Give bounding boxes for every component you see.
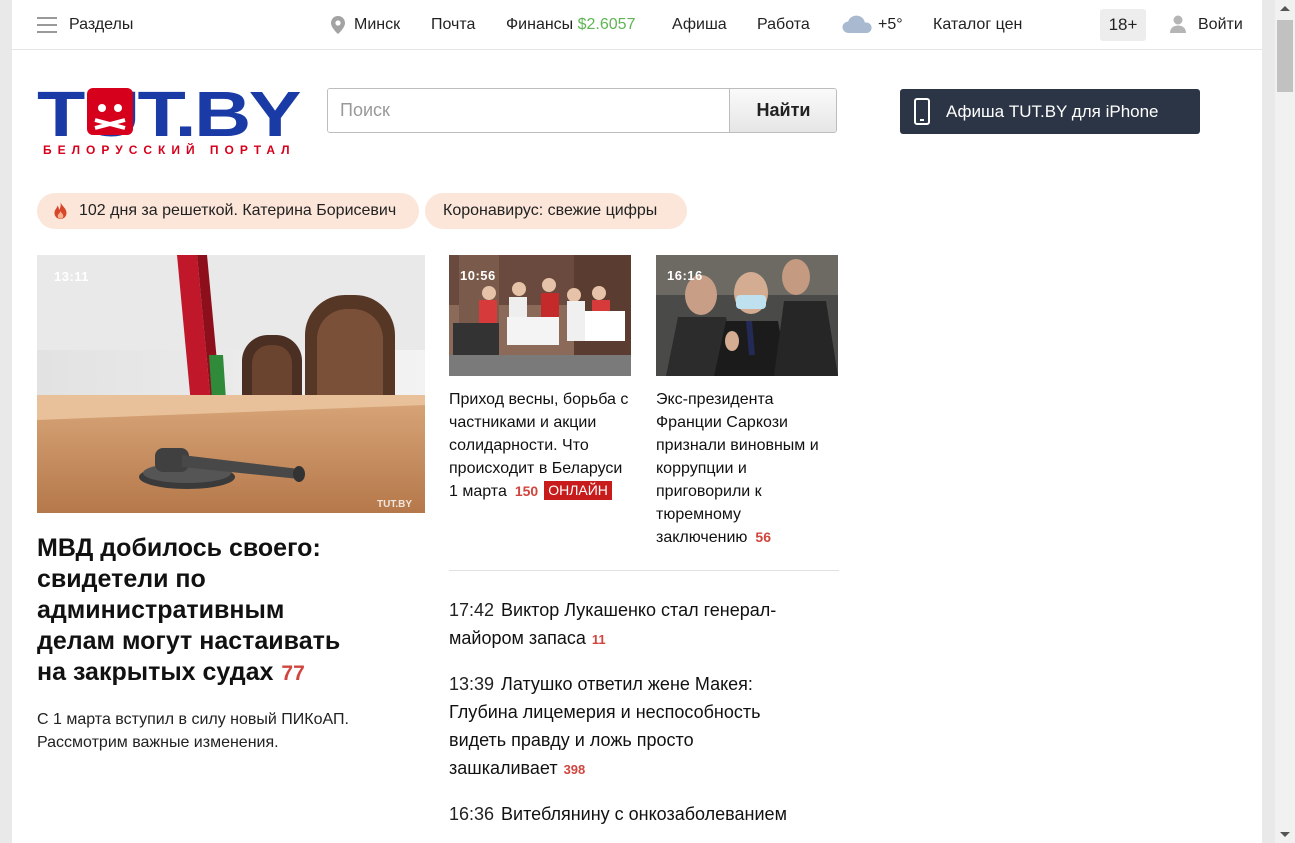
promo-label: Афиша TUT.BY для iPhone	[946, 102, 1159, 121]
smartphone-icon	[914, 98, 930, 125]
tag-label: Коронавирус: свежие цифры	[443, 202, 658, 219]
scroll-down-icon[interactable]	[1280, 832, 1290, 837]
finance-value: $2.6057	[577, 16, 636, 33]
tutby-logo[interactable]: TUT.BY БЕЛОРУССКИЙ ПОРТАЛ	[37, 86, 307, 158]
time-badge: 13:11	[54, 269, 90, 284]
page: Разделы Минск Почта Финансы $2.6057 Афиш…	[12, 0, 1262, 843]
tag-pill[interactable]: 102 дня за решеткой. Катерина Борисевич	[37, 193, 419, 229]
work-link[interactable]: Работа	[757, 0, 810, 50]
city-link[interactable]: Минск	[354, 0, 400, 50]
time-badge: 16:16	[667, 268, 703, 283]
main-story-subtitle: С 1 марта вступил в силу новый ПИКоАП. Р…	[37, 711, 349, 751]
divider	[449, 570, 839, 571]
time-badge: 10:56	[460, 268, 496, 283]
finance-label: Финансы	[506, 16, 574, 33]
afisha-link[interactable]: Афиша	[672, 0, 727, 50]
menu-icon[interactable]	[37, 17, 57, 33]
main-story-title[interactable]: МВД добилось своего: свидетели по админи…	[37, 533, 367, 689]
top-bar: Разделы Минск Почта Финансы $2.6057 Афиш…	[12, 0, 1262, 50]
weather-link[interactable]: +5°	[878, 0, 903, 50]
cloud-icon	[842, 15, 872, 33]
comment-count[interactable]: 398	[564, 762, 586, 777]
card-title-text: Экс-президента Франции Саркози признали …	[656, 391, 819, 546]
location-pin-icon	[331, 16, 345, 34]
courtroom-image: TUT.BY	[37, 255, 425, 513]
comment-count[interactable]: 11	[592, 632, 606, 647]
login-link[interactable]: Войти	[1198, 0, 1243, 50]
search-input[interactable]	[328, 89, 729, 132]
card-image[interactable]: 10:56	[449, 255, 631, 376]
flame-icon	[54, 202, 67, 219]
iphone-promo-button[interactable]: Афиша TUT.BY для iPhone	[900, 89, 1200, 134]
scrollbar-thumb[interactable]	[1277, 20, 1293, 92]
feed-item[interactable]: 16:36 Витеблянину с онкозаболеванием	[449, 800, 819, 828]
scrollbar[interactable]	[1275, 0, 1295, 843]
feed-time: 13:39	[449, 674, 495, 694]
user-icon[interactable]	[1170, 15, 1186, 33]
logo-wordmark: TUT.BY	[37, 86, 301, 150]
card-title[interactable]: Экс-президента Франции Саркози признали …	[656, 388, 838, 549]
image-watermark: TUT.BY	[377, 499, 412, 510]
card-image[interactable]: 16:16	[656, 255, 838, 376]
tag-pill[interactable]: Коронавирус: свежие цифры	[425, 193, 687, 229]
sections-link[interactable]: Разделы	[69, 0, 133, 50]
comment-count[interactable]: 77	[281, 662, 304, 685]
feed-time: 17:42	[449, 600, 495, 620]
feed-item[interactable]: 17:42 Виктор Лукашенко стал генерал-майор…	[449, 596, 819, 654]
card-title[interactable]: Приход весны, борьба с частниками и акци…	[449, 388, 631, 503]
comment-count[interactable]: 150	[515, 483, 538, 499]
feed-item[interactable]: 13:39 Латушко ответил жене Макея: Глубина…	[449, 670, 819, 784]
comment-count[interactable]: 56	[755, 529, 771, 545]
news-feed: 17:42 Виктор Лукашенко стал генерал-майор…	[449, 596, 819, 843]
search-bar: Найти	[327, 88, 837, 133]
search-button[interactable]: Найти	[729, 89, 836, 132]
age-rating-badge: 18+	[1100, 9, 1146, 41]
online-badge: ОНЛАЙН	[544, 481, 612, 500]
tag-label: 102 дня за решеткой. Катерина Борисевич	[79, 202, 397, 219]
feed-title: Виктор Лукашенко стал генерал-майором за…	[449, 600, 777, 648]
finance-link[interactable]: Финансы $2.6057	[506, 0, 635, 50]
logo-tagline: БЕЛОРУССКИЙ ПОРТАЛ	[43, 142, 296, 157]
mail-link[interactable]: Почта	[431, 0, 475, 50]
feed-time: 16:36	[449, 804, 495, 824]
catalog-link[interactable]: Каталог цен	[933, 0, 1022, 50]
main-story-image[interactable]: TUT.BY 13:11	[37, 255, 425, 513]
scroll-up-icon[interactable]	[1280, 6, 1290, 11]
feed-title: Витеблянину с онкозаболеванием	[501, 804, 787, 824]
feed-title: Латушко ответил жене Макея: Глубина лице…	[449, 674, 761, 778]
